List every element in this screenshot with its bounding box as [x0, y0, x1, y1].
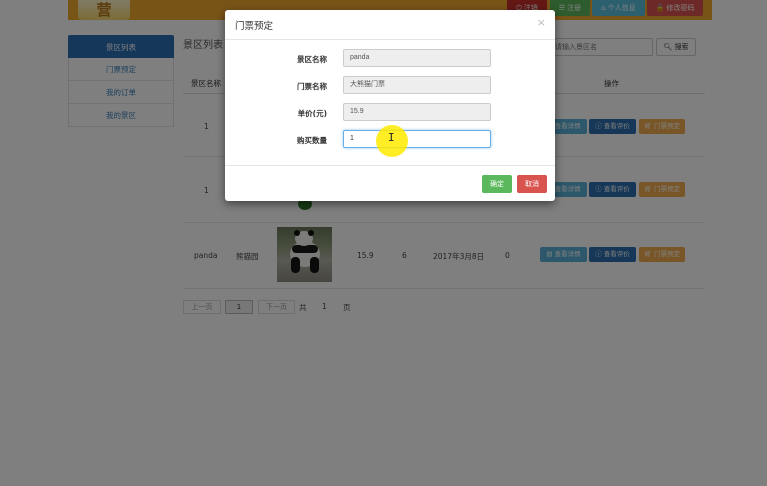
close-icon[interactable]: × — [537, 16, 546, 29]
modal-title: 门票预定 — [235, 21, 274, 32]
cancel-button[interactable]: 取消 — [517, 175, 547, 193]
ticket-booking-modal: 门票预定 × 景区名称 panda 门票名称 大熊猫门票 单价(元) 15.9 … — [225, 10, 555, 201]
scenic-name-label: 景区名称 — [297, 55, 327, 64]
ticket-name-field: 大熊猫门票 — [343, 76, 491, 94]
confirm-button[interactable]: 确定 — [482, 175, 512, 193]
text-cursor-icon: I — [388, 131, 395, 144]
ticket-name-label: 门票名称 — [297, 82, 327, 91]
scenic-name-field: panda — [343, 49, 491, 67]
unit-price-label: 单价(元) — [297, 109, 327, 118]
unit-price-field: 15.9 — [343, 103, 491, 121]
modal-header-divider — [225, 39, 555, 40]
quantity-input[interactable]: 1 — [343, 130, 491, 148]
modal-footer-divider — [225, 165, 555, 166]
quantity-label: 购买数量 — [297, 136, 327, 145]
